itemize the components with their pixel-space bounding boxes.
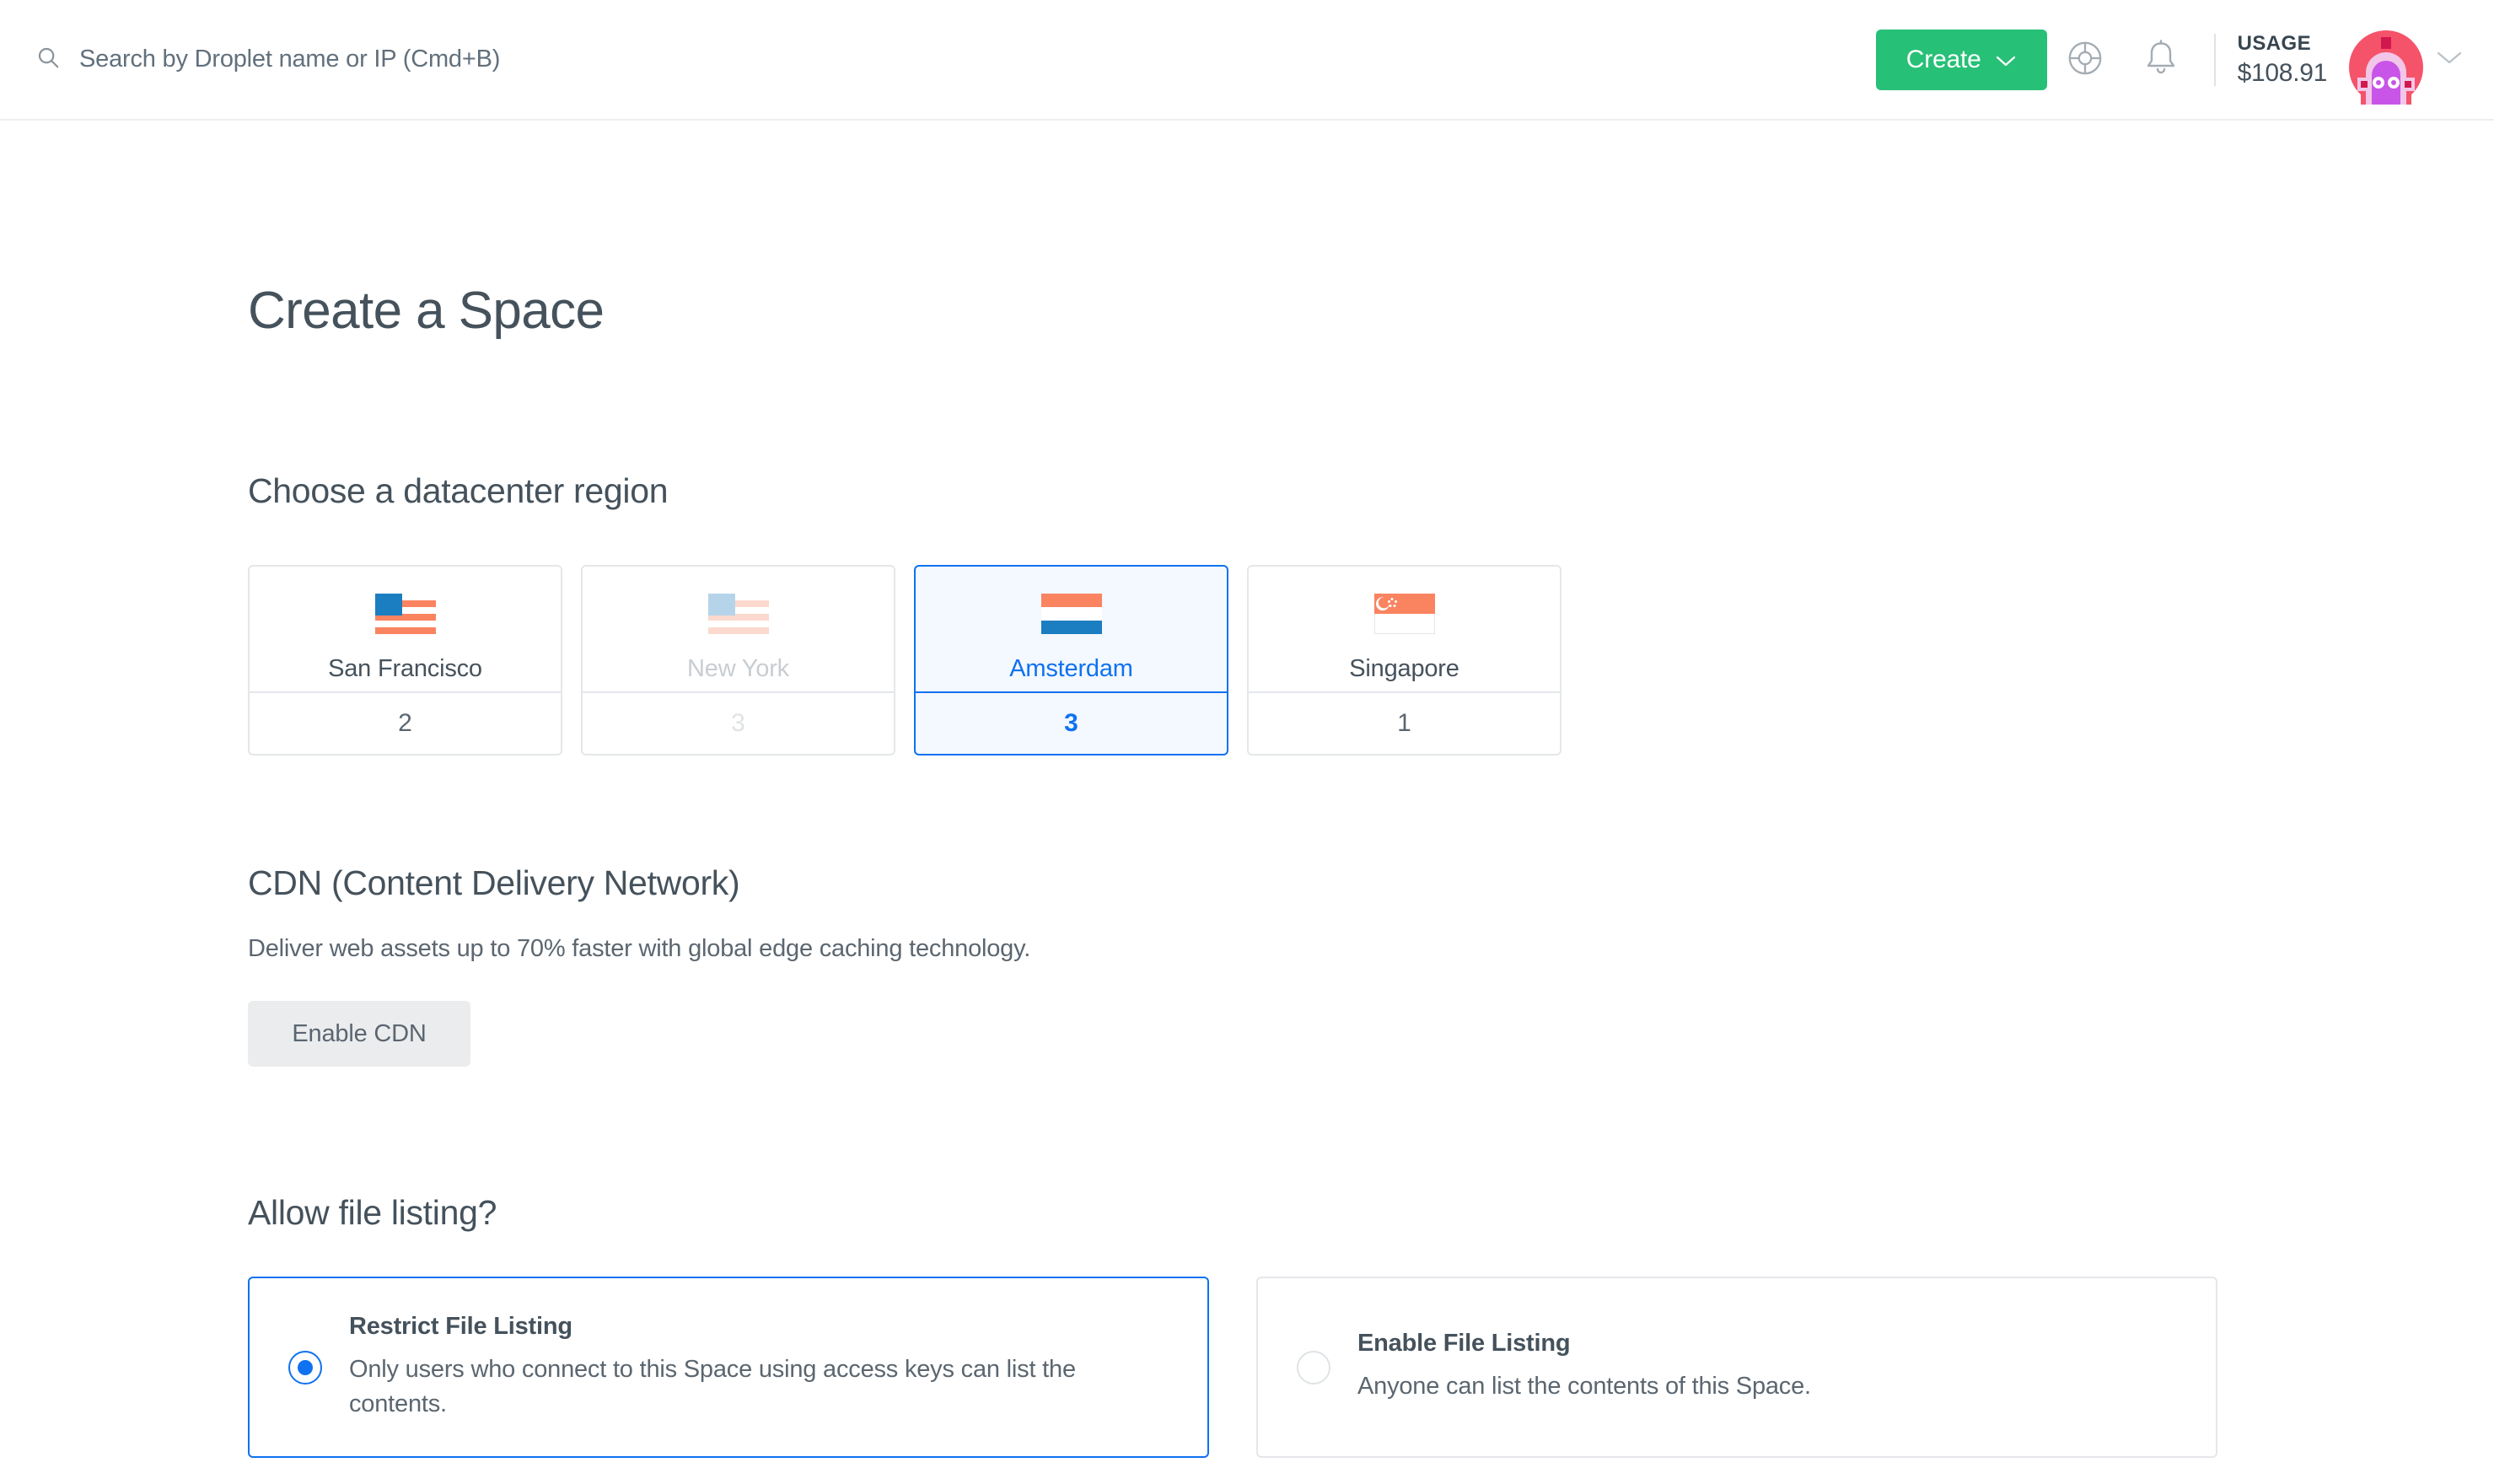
region-card-amsterdam[interactable]: Amsterdam 3 [914, 565, 1228, 755]
region-count: 2 [398, 709, 412, 737]
page-title: Create a Space [248, 282, 605, 340]
enable-cdn-button[interactable]: Enable CDN [248, 1001, 470, 1067]
region-card-top: San Francisco [250, 567, 561, 691]
region-count: 1 [1397, 709, 1411, 737]
file-listing-options: Restrict File Listing Only users who con… [248, 1277, 2494, 1458]
option-description: Anyone can list the contents of this Spa… [1357, 1373, 1811, 1401]
region-section-heading: Choose a datacenter region [248, 471, 669, 510]
region-name: New York [687, 655, 789, 682]
header-divider [2213, 33, 2216, 86]
lifebuoy-icon [2066, 39, 2104, 80]
region-count: 3 [1064, 709, 1078, 737]
header-actions: Create USAGE $108.91 [1875, 0, 2494, 119]
bell-icon [2143, 39, 2179, 80]
create-button[interactable]: Create [1875, 29, 2047, 90]
chevron-down-icon [1995, 46, 2017, 74]
notifications-button[interactable] [2123, 22, 2199, 98]
region-card-top: New York [583, 567, 894, 691]
radio-enable-file-listing[interactable] [1297, 1350, 1330, 1385]
option-title: Enable File Listing [1357, 1330, 1571, 1358]
avatar[interactable] [2349, 30, 2423, 105]
us-flag-icon [374, 594, 436, 638]
region-count: 3 [731, 709, 745, 737]
region-name: San Francisco [328, 655, 482, 682]
support-button[interactable] [2047, 22, 2123, 98]
us-flag-icon [707, 594, 769, 638]
region-name: Amsterdam [1009, 655, 1133, 682]
nl-flag-icon [1040, 594, 1102, 638]
option-text: Enable File Listing Anyone can list the … [1357, 1330, 2182, 1404]
usage-amount: $108.91 [2237, 58, 2328, 87]
option-restrict-file-listing[interactable]: Restrict File Listing Only users who con… [248, 1277, 1209, 1458]
search-bar[interactable] [0, 0, 1876, 119]
usage-label: USAGE [2237, 31, 2312, 55]
region-card-new-york[interactable]: New York 3 [581, 565, 895, 755]
user-menu-chevron-down-icon[interactable] [2435, 49, 2464, 70]
create-button-label: Create [1905, 45, 1981, 73]
usage-summary[interactable]: USAGE $108.91 [2237, 31, 2328, 88]
region-card-top: Singapore [1249, 567, 1560, 691]
region-card-singapore[interactable]: Singapore 1 [1247, 565, 1561, 755]
region-card-top: Amsterdam [916, 567, 1227, 691]
search-input[interactable] [79, 46, 838, 73]
sg-flag-icon [1373, 594, 1435, 638]
option-enable-file-listing[interactable]: Enable File Listing Anyone can list the … [1256, 1277, 2217, 1458]
radio-restrict-file-listing[interactable] [288, 1350, 322, 1385]
option-description: Only users who connect to this Space usi… [349, 1355, 1076, 1417]
region-card-san-francisco[interactable]: San Francisco 2 [248, 565, 562, 755]
top-header: Create [0, 0, 2494, 121]
cdn-section-heading: CDN (Content Delivery Network) [248, 863, 740, 902]
search-icon [35, 45, 61, 74]
option-text: Restrict File Listing Only users who con… [349, 1313, 1174, 1422]
region-name: Singapore [1349, 655, 1459, 682]
option-title: Restrict File Listing [349, 1312, 572, 1340]
file-listing-heading: Allow file listing? [248, 1193, 497, 1232]
main-content: Create a Space Choose a datacenter regio… [0, 281, 2494, 1484]
region-card-list: San Francisco 2 New York 3 Amsterdam 3 S… [248, 565, 2494, 755]
cdn-description: Deliver web assets up to 70% faster with… [248, 935, 1031, 962]
